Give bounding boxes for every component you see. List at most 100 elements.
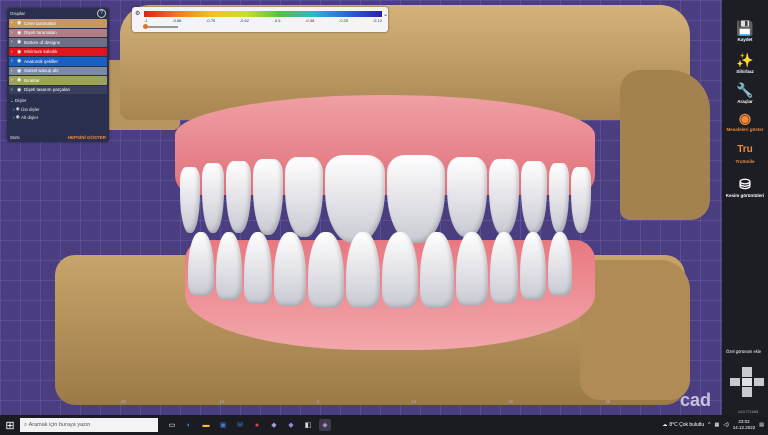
group-label: Dişeti taramaları xyxy=(24,30,57,36)
taskbar-apps: ▭ ◐ ▬ ▣ ✉ ● ◆ ◆ ◧ ◈ xyxy=(166,419,331,431)
tray-chevron-icon[interactable]: ^ xyxy=(708,422,710,428)
cut-views-label: Kesim görüntüleri xyxy=(725,193,765,198)
tooth xyxy=(202,163,224,233)
colormap-label: -0.12 xyxy=(372,18,382,23)
settings-icon[interactable]: ⚙ xyxy=(135,10,140,17)
eye-icon[interactable]: ◉ xyxy=(17,58,24,64)
wizard-button[interactable]: ✨ Sihirbaz xyxy=(722,52,768,74)
groups-panel: Gruplar ? › ◉ Cene taramalari › ◉ Dişeti tar… xyxy=(7,8,109,142)
axis-tick-label: 10 xyxy=(411,399,416,404)
mail-icon[interactable]: ✉ xyxy=(234,419,246,431)
tooth xyxy=(548,232,572,296)
group-item[interactable]: › ◉ Bottom of designs xyxy=(9,38,107,47)
weather-text: 8°C Çok bulutlu xyxy=(669,422,705,428)
eye-icon[interactable]: ◉ xyxy=(17,68,24,74)
teeth-item-upper[interactable]: › ◉ Üst dişler xyxy=(7,105,109,113)
slider-handle[interactable] xyxy=(143,24,148,29)
chevron-down-icon[interactable]: ⌄ xyxy=(10,98,14,104)
eye-icon[interactable]: ◉ xyxy=(17,39,24,45)
axis-tick-label: -20 xyxy=(120,399,126,404)
axis-tick-label: 0 xyxy=(316,399,319,404)
show-distances-button[interactable]: ◉ Mesafeleri göster xyxy=(722,110,768,132)
view-bottom-icon[interactable] xyxy=(742,387,752,397)
view-front-icon[interactable] xyxy=(742,378,752,386)
teeth-section[interactable]: ⌄ Dişler xyxy=(7,96,109,105)
app-icon[interactable]: ◧ xyxy=(302,419,314,431)
tooth xyxy=(253,159,283,235)
eye-icon[interactable]: ◉ xyxy=(17,87,24,93)
weather-widget[interactable]: ☁ 8°C Çok bulutlu xyxy=(662,422,704,428)
group-item[interactable]: › ◉ Anatomik şekiller xyxy=(9,57,107,66)
exocad-app-icon[interactable]: ◈ xyxy=(319,419,331,431)
colormap-label: -0.5 xyxy=(273,18,281,23)
axis-tick-label: -10 xyxy=(218,399,225,404)
view-left-icon[interactable] xyxy=(730,378,740,386)
show-all-button[interactable]: HEPSİNİ GÖSTER xyxy=(68,135,106,140)
help-icon[interactable]: ? xyxy=(97,8,106,18)
view-top-icon[interactable] xyxy=(742,367,752,377)
colormap-gradient xyxy=(144,11,382,17)
save-button[interactable]: 💾 Kaydet xyxy=(722,20,768,42)
eye-icon[interactable]: ◉ xyxy=(17,30,24,36)
app-icon[interactable]: ◆ xyxy=(268,419,280,431)
system-tray: ☁ 8°C Çok bulutlu ^ ▦ ◁) 23:02 14.12.2022… xyxy=(662,415,764,435)
tooth xyxy=(521,161,547,233)
teeth-item-lower[interactable]: › ◉ Alt dişler xyxy=(7,113,109,121)
tooth xyxy=(447,157,487,237)
group-item[interactable]: › ◉ Dişeti taramaları xyxy=(9,28,107,37)
group-item[interactable]: › ◉ Minimum kalınlık xyxy=(9,47,107,56)
colormap-label: -0.86 xyxy=(172,18,182,23)
group-item[interactable]: › ◉ Cene taramalari xyxy=(9,19,107,28)
tools-button[interactable]: 🔧 Araçlar xyxy=(722,82,768,104)
chevron-right-icon[interactable]: › xyxy=(13,107,15,112)
group-label: Minimum kalınlık xyxy=(24,49,58,55)
group-item[interactable]: › ◉ Swisel waxup afs xyxy=(9,66,107,75)
task-view-icon[interactable]: ▭ xyxy=(166,419,178,431)
notification-icon[interactable]: ▤ xyxy=(759,422,764,428)
tooth xyxy=(382,232,418,308)
eye-icon[interactable]: ◉ xyxy=(17,77,24,83)
axis-tick-label: 30 xyxy=(605,399,610,404)
trusmile-icon: Tru xyxy=(737,144,753,155)
volume-icon[interactable]: ◁) xyxy=(723,422,729,428)
lower-model-base-right xyxy=(580,260,690,400)
chrome-icon[interactable]: ● xyxy=(251,419,263,431)
clock-date: 14.12.2022 xyxy=(732,425,756,430)
group-item[interactable]: › ◉ Bıraklar xyxy=(9,76,107,85)
group-label: Swisel waxup afs xyxy=(24,68,59,74)
windows-start-icon[interactable]: ⊞ xyxy=(3,418,17,432)
tooth xyxy=(188,232,214,296)
windows-taskbar: ⊞ ⌕ Aramak için buraya yazın ▭ ◐ ▬ ▣ ✉ ●… xyxy=(0,415,768,435)
chevron-right-icon[interactable]: › xyxy=(13,115,15,120)
eye-icon[interactable]: ◉ xyxy=(16,114,20,120)
view-right-icon[interactable] xyxy=(754,378,764,386)
tooth xyxy=(308,232,344,308)
footer-section-label[interactable]: Sürü xyxy=(10,135,20,140)
edge-icon[interactable]: ◐ xyxy=(183,419,195,431)
tooth xyxy=(490,232,518,304)
app-icon[interactable]: ◆ xyxy=(285,419,297,431)
eye-icon[interactable]: ◉ xyxy=(17,20,24,26)
trusmile-button[interactable]: Tru TruSmile xyxy=(722,142,768,164)
colormap-label: -1 xyxy=(144,18,148,23)
colormap-label: -0.75 xyxy=(206,18,216,23)
chevron-down-icon[interactable]: ⌄ xyxy=(383,11,388,18)
taskbar-clock[interactable]: 23:02 14.12.2022 xyxy=(733,419,756,431)
eye-icon[interactable]: ◉ xyxy=(16,106,20,112)
group-label: Anatomik şekiller xyxy=(24,58,59,64)
groups-panel-title: Gruplar xyxy=(10,10,26,16)
threshold-slider[interactable] xyxy=(143,24,178,29)
tooth xyxy=(489,159,519,235)
group-item[interactable]: › ◉ Dişeti tasarım parçaları xyxy=(9,85,107,94)
upper-model-base-right xyxy=(620,70,710,220)
view-cube-gizmo[interactable] xyxy=(727,362,767,402)
save-label: Kaydet xyxy=(737,37,753,42)
cut-views-button[interactable]: ⛁ Kesim görüntüleri xyxy=(722,176,768,198)
file-explorer-icon[interactable]: ▬ xyxy=(200,419,212,431)
store-icon[interactable]: ▣ xyxy=(217,419,229,431)
brand-watermark: cad xyxy=(680,390,712,410)
taskbar-search-input[interactable]: ⌕ Aramak için buraya yazın xyxy=(20,418,158,432)
eye-icon[interactable]: ◉ xyxy=(17,49,24,55)
tooth xyxy=(571,167,591,233)
network-icon[interactable]: ▦ xyxy=(714,422,719,428)
